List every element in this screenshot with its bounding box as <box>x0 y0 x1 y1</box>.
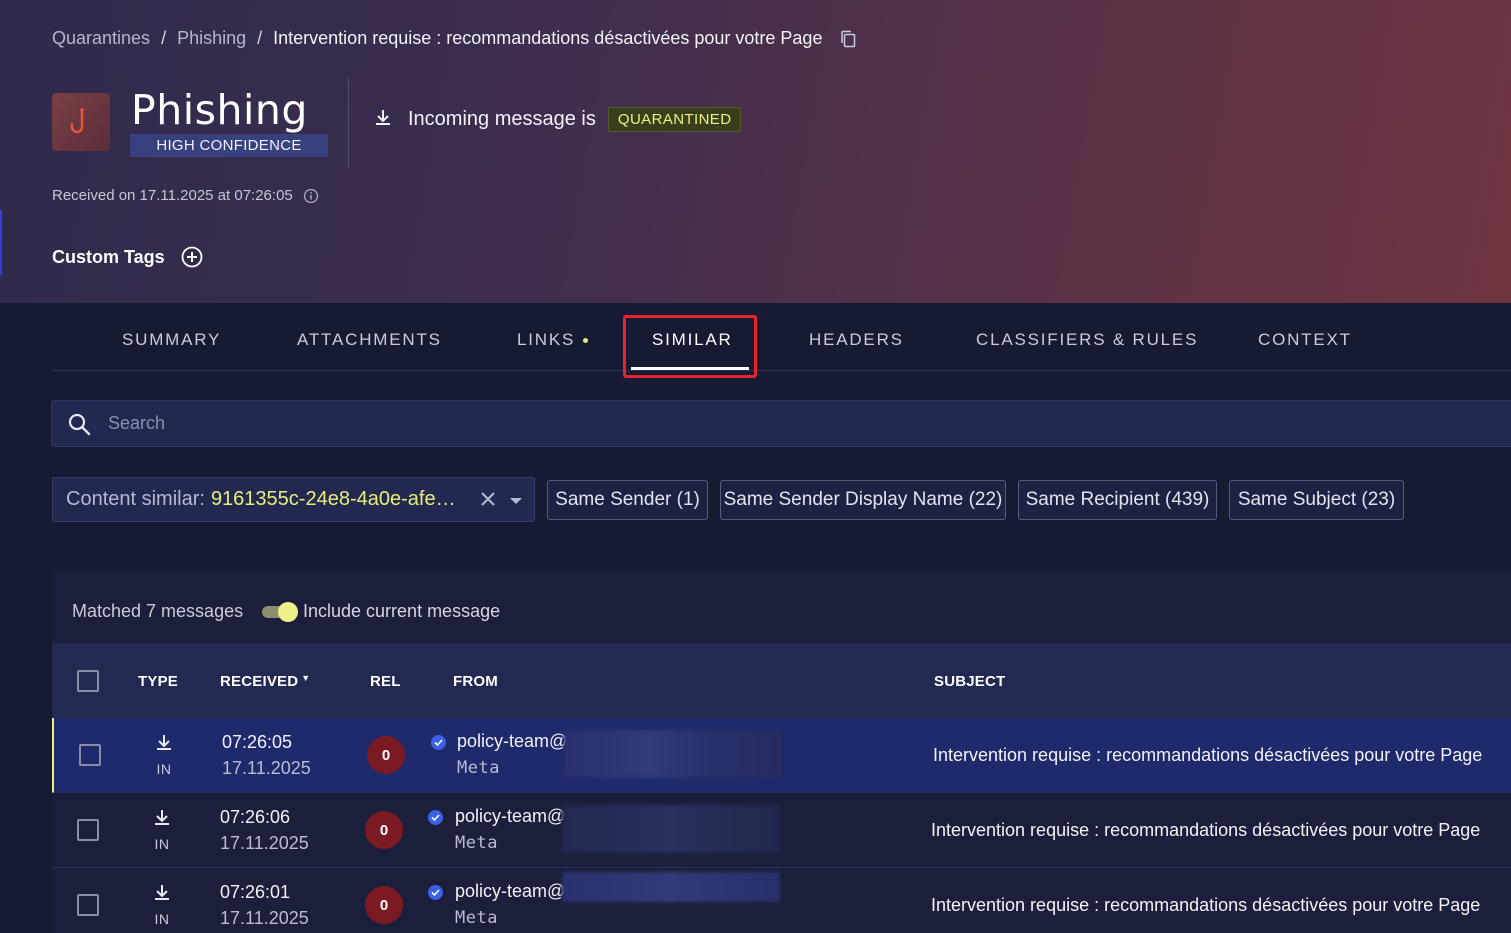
type-label: IN <box>154 836 170 852</box>
received-date: 17.11.2025 <box>222 758 311 778</box>
column-received-label: RECEIVED <box>220 673 299 690</box>
type-label: IN <box>154 911 170 927</box>
chip-same-sender[interactable]: Same Sender (1) <box>547 480 708 520</box>
content-similar-value: 9161355c-24e8-4a0e-afe… <box>210 488 456 510</box>
add-tag-icon[interactable] <box>181 246 203 268</box>
incoming-arrow-icon <box>374 107 392 132</box>
breadcrumb-phishing[interactable]: Phishing <box>177 28 246 49</box>
content-similar-label: Content similar: <box>66 488 205 510</box>
tab-links-label: LINKS <box>517 330 576 349</box>
content-similar-select[interactable]: Content similar: 9161355c-24e8-4a0e-afe… <box>52 477 535 522</box>
chip-same-sender-display-name[interactable]: Same Sender Display Name (22) <box>720 480 1006 520</box>
include-current-label: Include current message <box>303 601 501 621</box>
tab-links[interactable]: LINKS <box>517 330 589 350</box>
breadcrumb-quarantines[interactable]: Quarantines <box>52 28 150 49</box>
type-label: IN <box>156 761 172 777</box>
breadcrumb-separator: / <box>161 28 167 48</box>
include-current-toggle[interactable] <box>262 602 298 622</box>
redacted-area <box>562 805 780 853</box>
received-timestamp: Received on 17.11.2025 at 07:26:05 <box>52 187 319 204</box>
table-header: TYPE RECEIVED ▼ REL FROM SUBJECT <box>52 643 1511 718</box>
row-checkbox[interactable] <box>77 819 99 841</box>
chip-same-subject[interactable]: Same Subject (23) <box>1229 480 1404 520</box>
chevron-down-icon[interactable] <box>509 497 523 505</box>
column-from[interactable]: FROM <box>453 673 498 690</box>
type-cell: IN <box>144 732 184 777</box>
rel-score-badge: 0 <box>365 886 403 924</box>
table-row[interactable]: IN 07:26:06 17.11.2025 0 policy-team@ Me… <box>52 793 1511 868</box>
subject-text: Intervention requise : recommandations d… <box>931 895 1481 915</box>
from-email: policy-team@ <box>457 731 568 751</box>
matched-count: Matched 7 messages <box>72 601 244 621</box>
tab-bar: SUMMARY ATTACHMENTS LINKS SIMILAR HEADER… <box>52 310 1511 371</box>
received-text: Received on 17.11.2025 at 07:26:05 <box>52 187 293 204</box>
message-status: Incoming message is QUARANTINED <box>374 107 742 132</box>
threat-title: Phishing <box>131 86 308 134</box>
select-all-checkbox[interactable] <box>77 670 99 692</box>
sort-desc-icon: ▼ <box>301 673 311 683</box>
subject-text: Intervention requise : recommandations d… <box>931 820 1481 840</box>
received-time: 07:26:05 <box>222 732 293 752</box>
column-received[interactable]: RECEIVED ▼ <box>220 673 310 690</box>
column-subject[interactable]: SUBJECT <box>934 673 1005 690</box>
copy-icon[interactable] <box>840 30 856 48</box>
received-date: 17.11.2025 <box>220 833 309 853</box>
from-email: policy-team@ <box>455 881 566 901</box>
fishhook-icon <box>52 93 110 151</box>
type-cell: IN <box>142 882 182 927</box>
tab-attachments[interactable]: ATTACHMENTS <box>297 330 442 350</box>
from-email: policy-team@ <box>455 806 566 826</box>
left-accent-bar <box>0 210 2 275</box>
table-row[interactable]: IN 07:26:01 17.11.2025 0 policy-team@ Me… <box>52 868 1511 933</box>
received-date: 17.11.2025 <box>220 908 309 928</box>
incoming-arrow-icon <box>155 885 169 900</box>
subject-text: Intervention requise : recommandations d… <box>933 745 1483 765</box>
verified-icon <box>428 885 443 900</box>
received-time: 07:26:06 <box>220 807 291 827</box>
incoming-arrow-icon <box>155 810 169 825</box>
links-indicator-dot <box>583 338 589 344</box>
confidence-badge: HIGH CONFIDENCE <box>130 134 328 157</box>
from-display-name: Meta <box>455 908 498 928</box>
incoming-arrow-icon <box>157 735 171 750</box>
type-cell: IN <box>142 807 182 852</box>
rel-score-badge: 0 <box>365 811 403 849</box>
header-divider <box>348 78 349 168</box>
tab-headers[interactable]: HEADERS <box>809 330 904 350</box>
tab-context[interactable]: CONTEXT <box>1258 330 1352 350</box>
toggle-knob <box>278 602 298 622</box>
breadcrumb-separator: / <box>257 28 263 48</box>
row-checkbox[interactable] <box>77 894 99 916</box>
similar-messages-panel: Matched 7 messages Include current messa… <box>52 570 1511 933</box>
similar-tab-highlight <box>623 315 757 378</box>
breadcrumb: Quarantines / Phishing / Intervention re… <box>52 28 856 49</box>
verified-icon <box>428 810 443 825</box>
tab-summary[interactable]: SUMMARY <box>122 330 221 350</box>
received-time: 07:26:01 <box>220 882 291 902</box>
tab-classifiers-rules[interactable]: CLASSIFIERS & RULES <box>976 330 1198 350</box>
column-rel[interactable]: REL <box>370 673 401 690</box>
from-display-name: Meta <box>457 758 500 778</box>
info-icon[interactable] <box>303 188 319 204</box>
direction-text: Incoming message is <box>408 108 596 130</box>
search-bar <box>51 400 1511 447</box>
from-display-name: Meta <box>455 833 498 853</box>
search-icon <box>67 412 91 436</box>
rel-score-badge: 0 <box>367 736 405 774</box>
redacted-area <box>562 872 780 902</box>
redacted-area <box>564 730 782 778</box>
verified-icon <box>431 735 446 750</box>
quarantined-badge: QUARANTINED <box>607 107 742 132</box>
column-type[interactable]: TYPE <box>138 673 178 690</box>
table-row[interactable]: IN 07:26:05 17.11.2025 0 policy-team@ Me… <box>52 718 1511 793</box>
search-input[interactable] <box>108 413 1408 434</box>
breadcrumb-current-subject: Intervention requise : recommandations d… <box>273 28 823 48</box>
custom-tags: Custom Tags <box>52 246 203 268</box>
custom-tags-label: Custom Tags <box>52 246 165 267</box>
chip-same-recipient[interactable]: Same Recipient (439) <box>1018 480 1217 520</box>
row-checkbox[interactable] <box>79 744 101 766</box>
close-icon[interactable] <box>478 489 498 509</box>
